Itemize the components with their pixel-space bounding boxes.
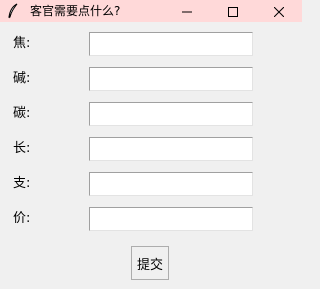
- field-label-jiao: 焦:: [13, 36, 31, 51]
- maximize-icon: [228, 2, 238, 21]
- form-row-zhi: 支:: [0, 172, 302, 196]
- field-label-tan: 碳:: [13, 106, 31, 121]
- minimize-icon: [182, 2, 192, 21]
- window-title: 客官需要点什么?: [30, 4, 121, 18]
- field-label-zhi: 支:: [13, 176, 31, 191]
- form-row-tan: 碳:: [0, 102, 302, 126]
- tan-input[interactable]: [89, 102, 253, 126]
- close-button[interactable]: [256, 0, 302, 22]
- form-row-chang: 长:: [0, 137, 302, 161]
- form-row-jiao: 焦:: [0, 32, 302, 56]
- chang-input[interactable]: [89, 137, 253, 161]
- form-row-jia: 价:: [0, 207, 302, 231]
- close-icon: [273, 2, 285, 21]
- field-label-jia: 价:: [13, 211, 31, 226]
- maximize-button[interactable]: [210, 0, 256, 22]
- title-bar[interactable]: 客官需要点什么?: [0, 0, 302, 22]
- zhi-input[interactable]: [89, 172, 253, 196]
- jian-input[interactable]: [89, 67, 253, 91]
- form-row-jian: 碱:: [0, 67, 302, 91]
- field-label-jian: 碱:: [13, 71, 31, 86]
- feather-icon: [7, 3, 19, 19]
- minimize-button[interactable]: [164, 0, 210, 22]
- jiao-input[interactable]: [89, 32, 253, 56]
- jia-input[interactable]: [89, 207, 253, 231]
- field-label-chang: 长:: [13, 141, 31, 156]
- submit-button[interactable]: 提交: [131, 246, 169, 280]
- app-window: 客官需要点什么? 焦: 碱: 碳: 长: 支: 价: 提交: [0, 0, 302, 289]
